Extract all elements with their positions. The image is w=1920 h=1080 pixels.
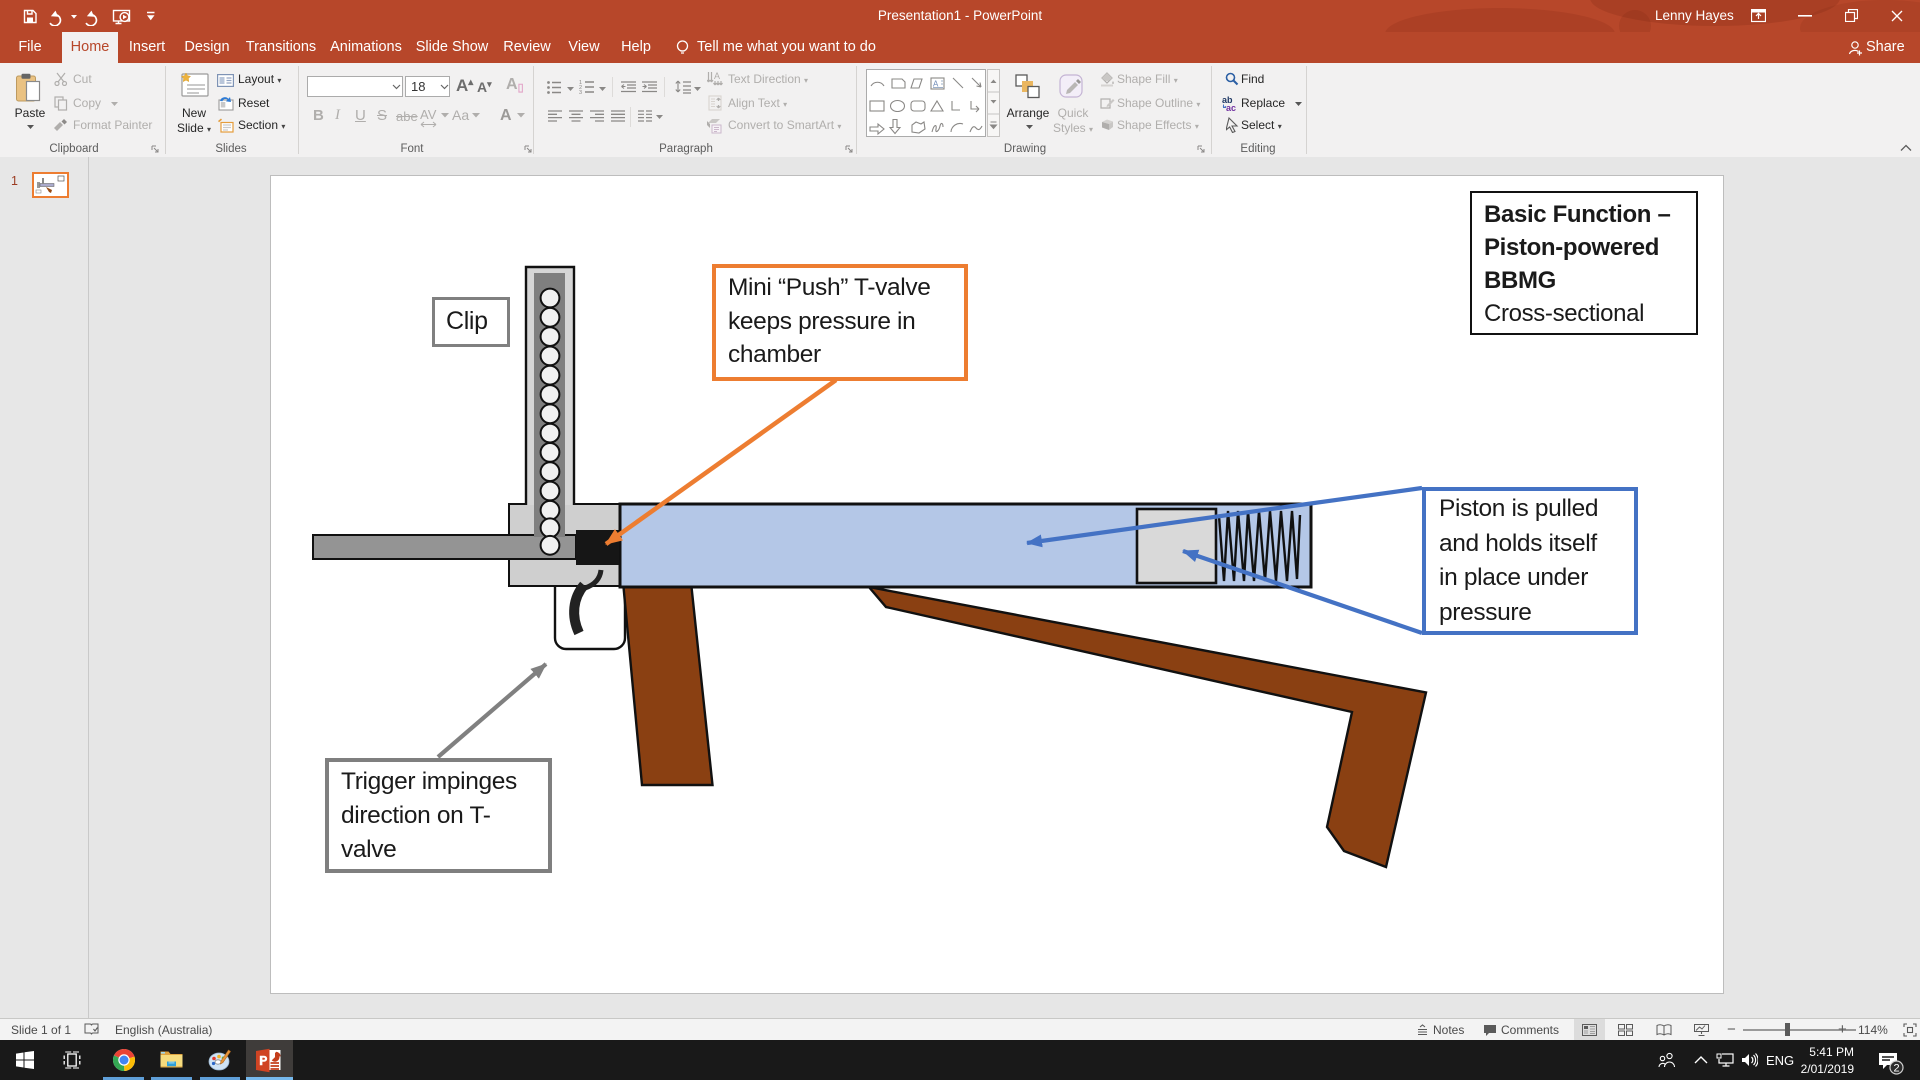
svg-text:3: 3	[579, 90, 582, 94]
svg-text:2: 2	[1893, 1063, 1899, 1075]
svg-text:ac: ac	[1226, 103, 1236, 112]
svg-text:A: A	[714, 71, 720, 81]
